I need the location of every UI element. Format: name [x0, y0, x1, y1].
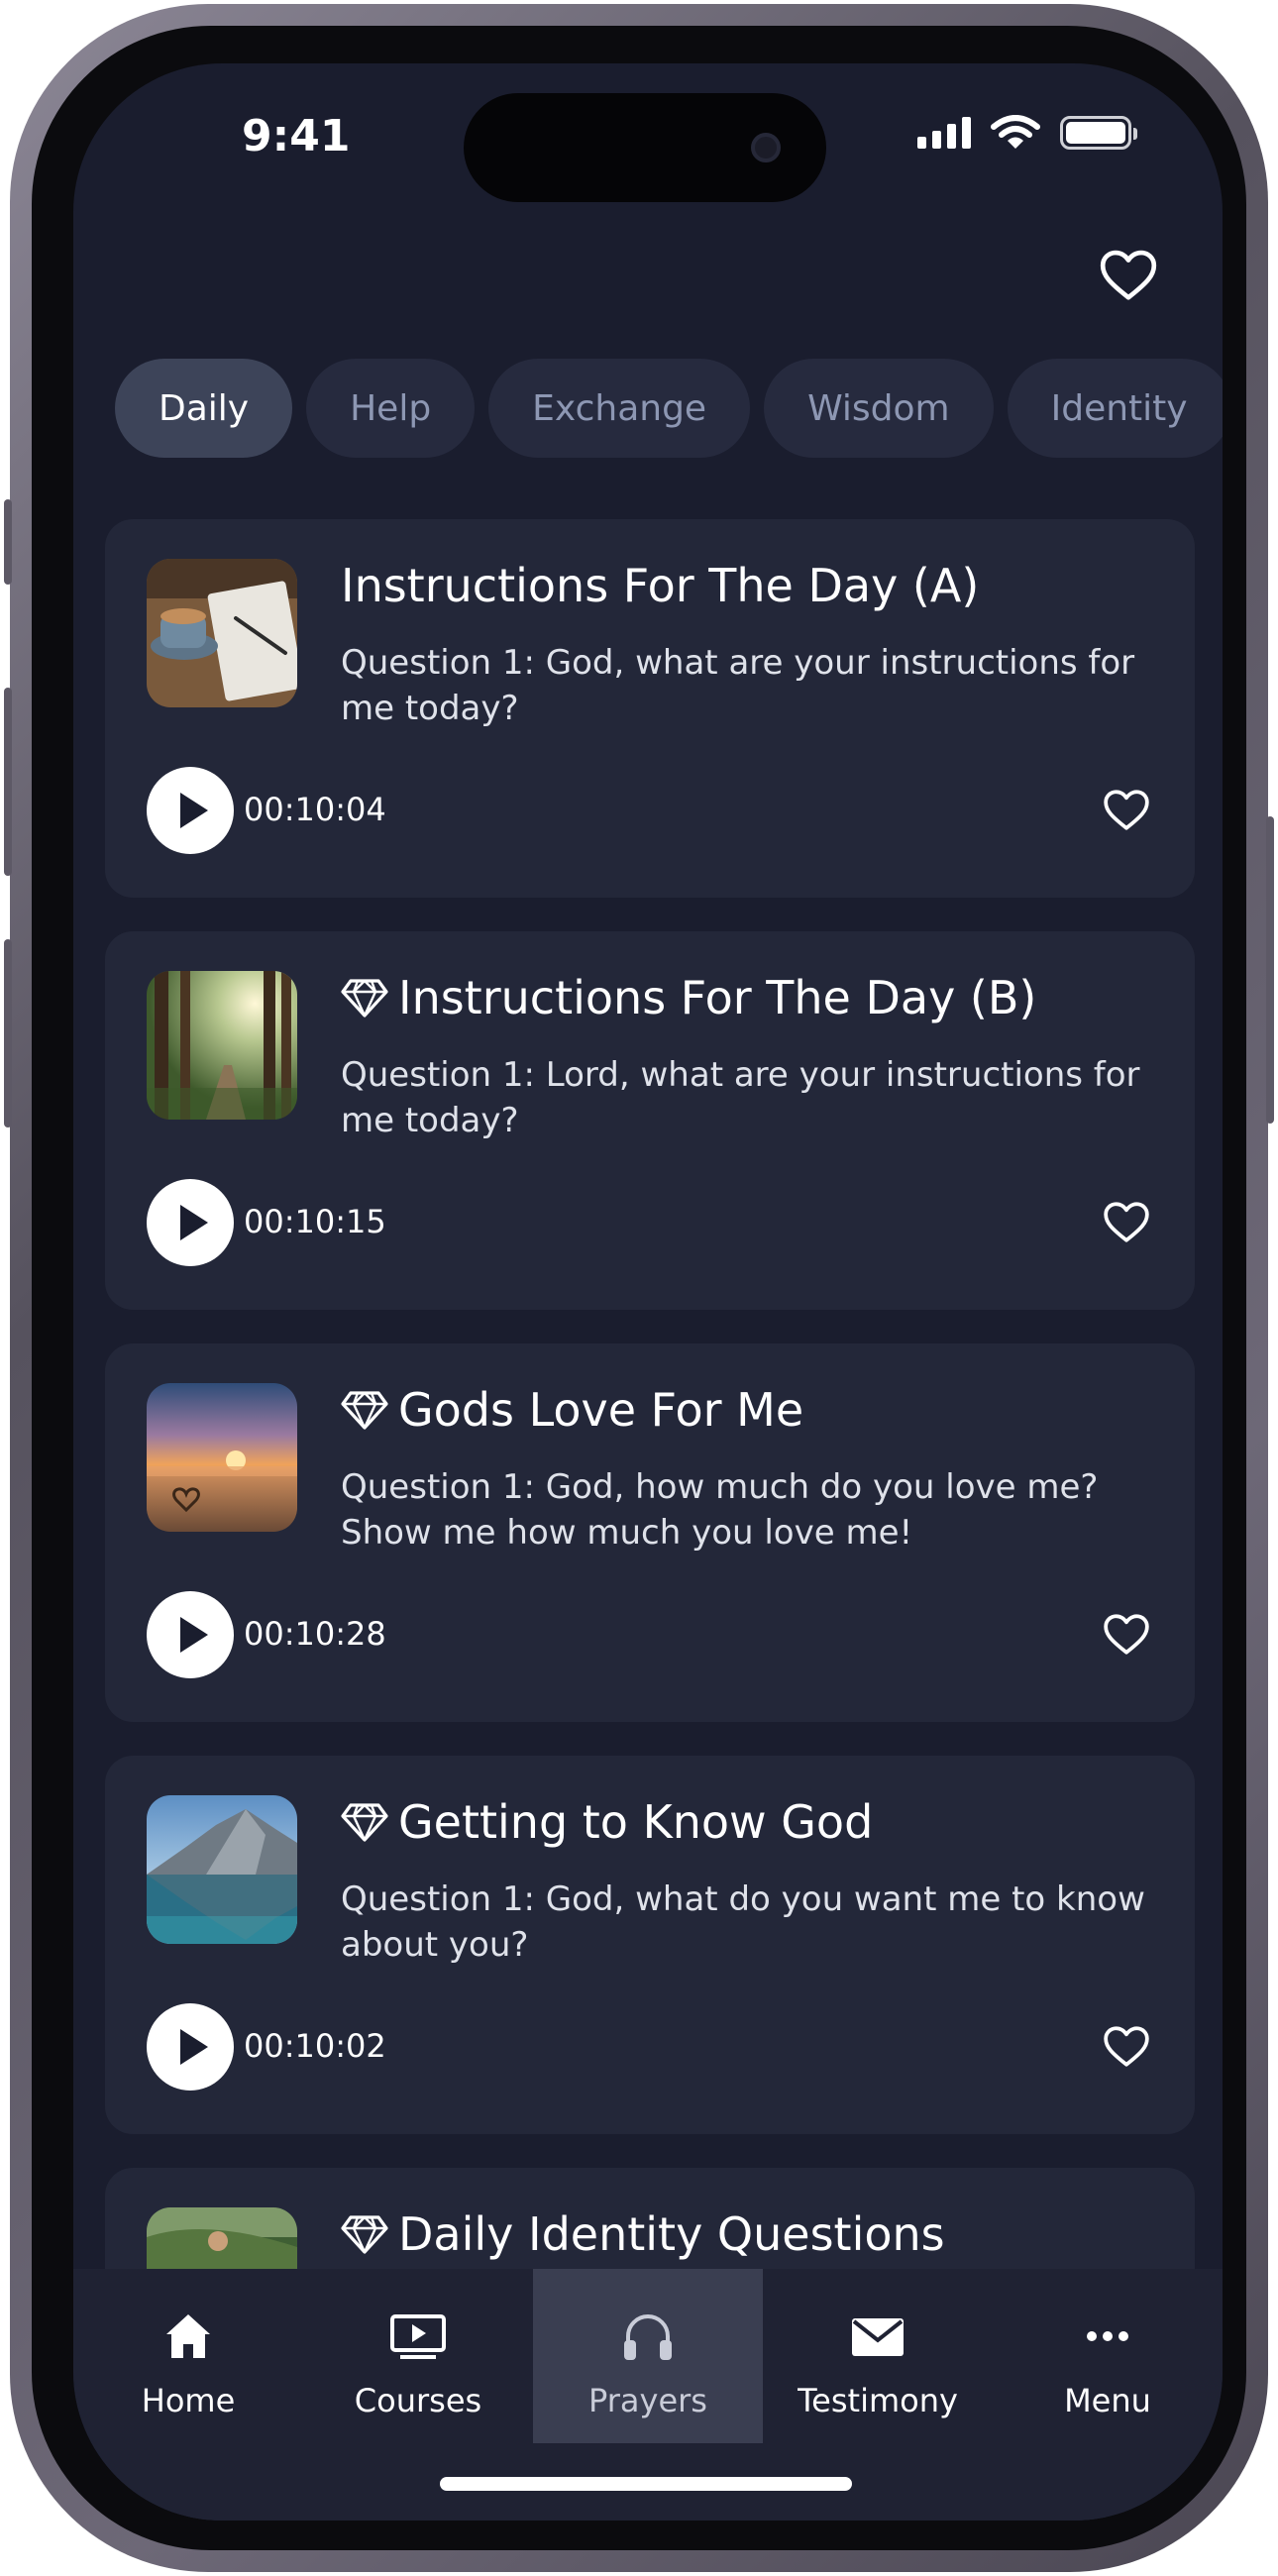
nav-menu[interactable]: Menu — [993, 2269, 1223, 2443]
tab-wisdom[interactable]: Wisdom — [764, 359, 994, 458]
category-tabs: Daily Help Exchange Wisdom Identity — [115, 359, 1223, 458]
tab-daily[interactable]: Daily — [115, 359, 293, 458]
volume-down-button — [4, 939, 12, 1127]
favorite-heart-icon[interactable] — [1102, 1609, 1151, 1659]
status-icons — [917, 115, 1137, 151]
prayer-title: Instructions For The Day (A) — [341, 559, 980, 612]
favorite-heart-icon[interactable] — [1102, 1197, 1151, 1246]
prayer-card[interactable]: Instructions For The Day (B) Question 1:… — [105, 931, 1195, 1310]
wifi-icon — [991, 115, 1040, 149]
tab-help[interactable]: Help — [306, 359, 476, 458]
nav-prayers[interactable]: Prayers — [533, 2269, 763, 2443]
prayer-card[interactable]: Gods Love For Me Question 1: God, how mu… — [105, 1343, 1195, 1722]
prayer-title-row: Instructions For The Day (A) — [341, 559, 979, 612]
battery-icon — [1060, 116, 1137, 150]
play-button[interactable] — [147, 2003, 234, 2091]
forest-light-image — [147, 971, 297, 1120]
tab-identity[interactable]: Identity — [1007, 359, 1223, 458]
play-button[interactable] — [147, 1591, 234, 1678]
bottom-nav: Home Courses Prayers Testimony Menu — [73, 2269, 1223, 2521]
premium-diamond-icon — [341, 1391, 388, 1430]
tab-exchange[interactable]: Exchange — [488, 359, 751, 458]
nav-label: Courses — [354, 2382, 482, 2419]
prayer-card[interactable]: Getting to Know God Question 1: God, wha… — [105, 1756, 1195, 2134]
prayer-title: Instructions For The Day (B) — [398, 971, 1037, 1024]
courses-icon — [390, 2314, 446, 2359]
play-button[interactable] — [147, 1179, 234, 1266]
nav-label: Menu — [1064, 2382, 1151, 2419]
more-icon — [1087, 2331, 1128, 2341]
signal-icon — [917, 117, 971, 149]
prayer-title-row: Instructions For The Day (B) — [341, 971, 1036, 1024]
nav-testimony[interactable]: Testimony — [763, 2269, 993, 2443]
prayer-description: Question 1: God, what are your instructi… — [341, 643, 1135, 728]
play-icon — [180, 2029, 208, 2065]
prayer-title-row: Gods Love For Me — [341, 1383, 803, 1437]
volume-up-button — [4, 688, 12, 876]
prayer-duration: 00:10:28 — [244, 1615, 386, 1653]
prayer-card[interactable]: Instructions For The Day (A) Question 1:… — [105, 519, 1195, 898]
favorite-heart-icon[interactable] — [1102, 2021, 1151, 2071]
prayer-duration: 00:10:02 — [244, 2027, 386, 2065]
prayer-title: Daily Identity Questions — [398, 2207, 945, 2261]
mountain-lake-image — [147, 1795, 297, 1944]
prayer-duration: 00:10:15 — [244, 1203, 386, 1240]
play-icon — [180, 1617, 208, 1653]
power-button — [1266, 816, 1274, 1124]
prayer-description: Question 1: God, how much do you love me… — [341, 1467, 1099, 1553]
prayer-description: Question 1: Lord, what are your instruct… — [341, 1055, 1140, 1140]
premium-diamond-icon — [341, 979, 388, 1018]
home-indicator[interactable] — [440, 2477, 852, 2491]
prayer-title: Gods Love For Me — [398, 1383, 804, 1437]
nav-courses[interactable]: Courses — [303, 2269, 533, 2443]
dynamic-island — [464, 93, 826, 202]
headphones-icon — [624, 2314, 672, 2360]
nav-home[interactable]: Home — [73, 2269, 303, 2443]
status-time: 9:41 — [242, 111, 351, 161]
play-button[interactable] — [147, 767, 234, 854]
premium-diamond-icon — [341, 2215, 388, 2254]
phone-frame: 9:41 Daily Help Exchange Wisdom Identity — [4, 4, 1274, 2572]
prayer-title-row: Getting to Know God — [341, 1795, 873, 1849]
beach-sunset-heart-image — [147, 1383, 297, 1532]
favorites-heart-icon[interactable] — [1098, 244, 1159, 305]
home-icon — [166, 2314, 210, 2358]
camera-icon — [751, 133, 781, 162]
app-screen: 9:41 Daily Help Exchange Wisdom Identity — [73, 63, 1223, 2521]
prayer-description: Question 1: God, what do you want me to … — [341, 1879, 1145, 1965]
nav-label: Home — [141, 2382, 236, 2419]
premium-diamond-icon — [341, 1803, 388, 1842]
action-button — [4, 499, 12, 585]
coffee-notebook-image — [147, 559, 297, 707]
favorite-heart-icon[interactable] — [1102, 785, 1151, 834]
prayer-duration: 00:10:04 — [244, 791, 386, 828]
prayer-title: Getting to Know God — [398, 1795, 874, 1849]
envelope-icon — [852, 2318, 904, 2356]
prayer-title-row: Daily Identity Questions — [341, 2207, 945, 2261]
nav-label: Prayers — [588, 2382, 707, 2419]
nav-label: Testimony — [798, 2382, 958, 2419]
play-icon — [180, 793, 208, 828]
play-icon — [180, 1205, 208, 1240]
